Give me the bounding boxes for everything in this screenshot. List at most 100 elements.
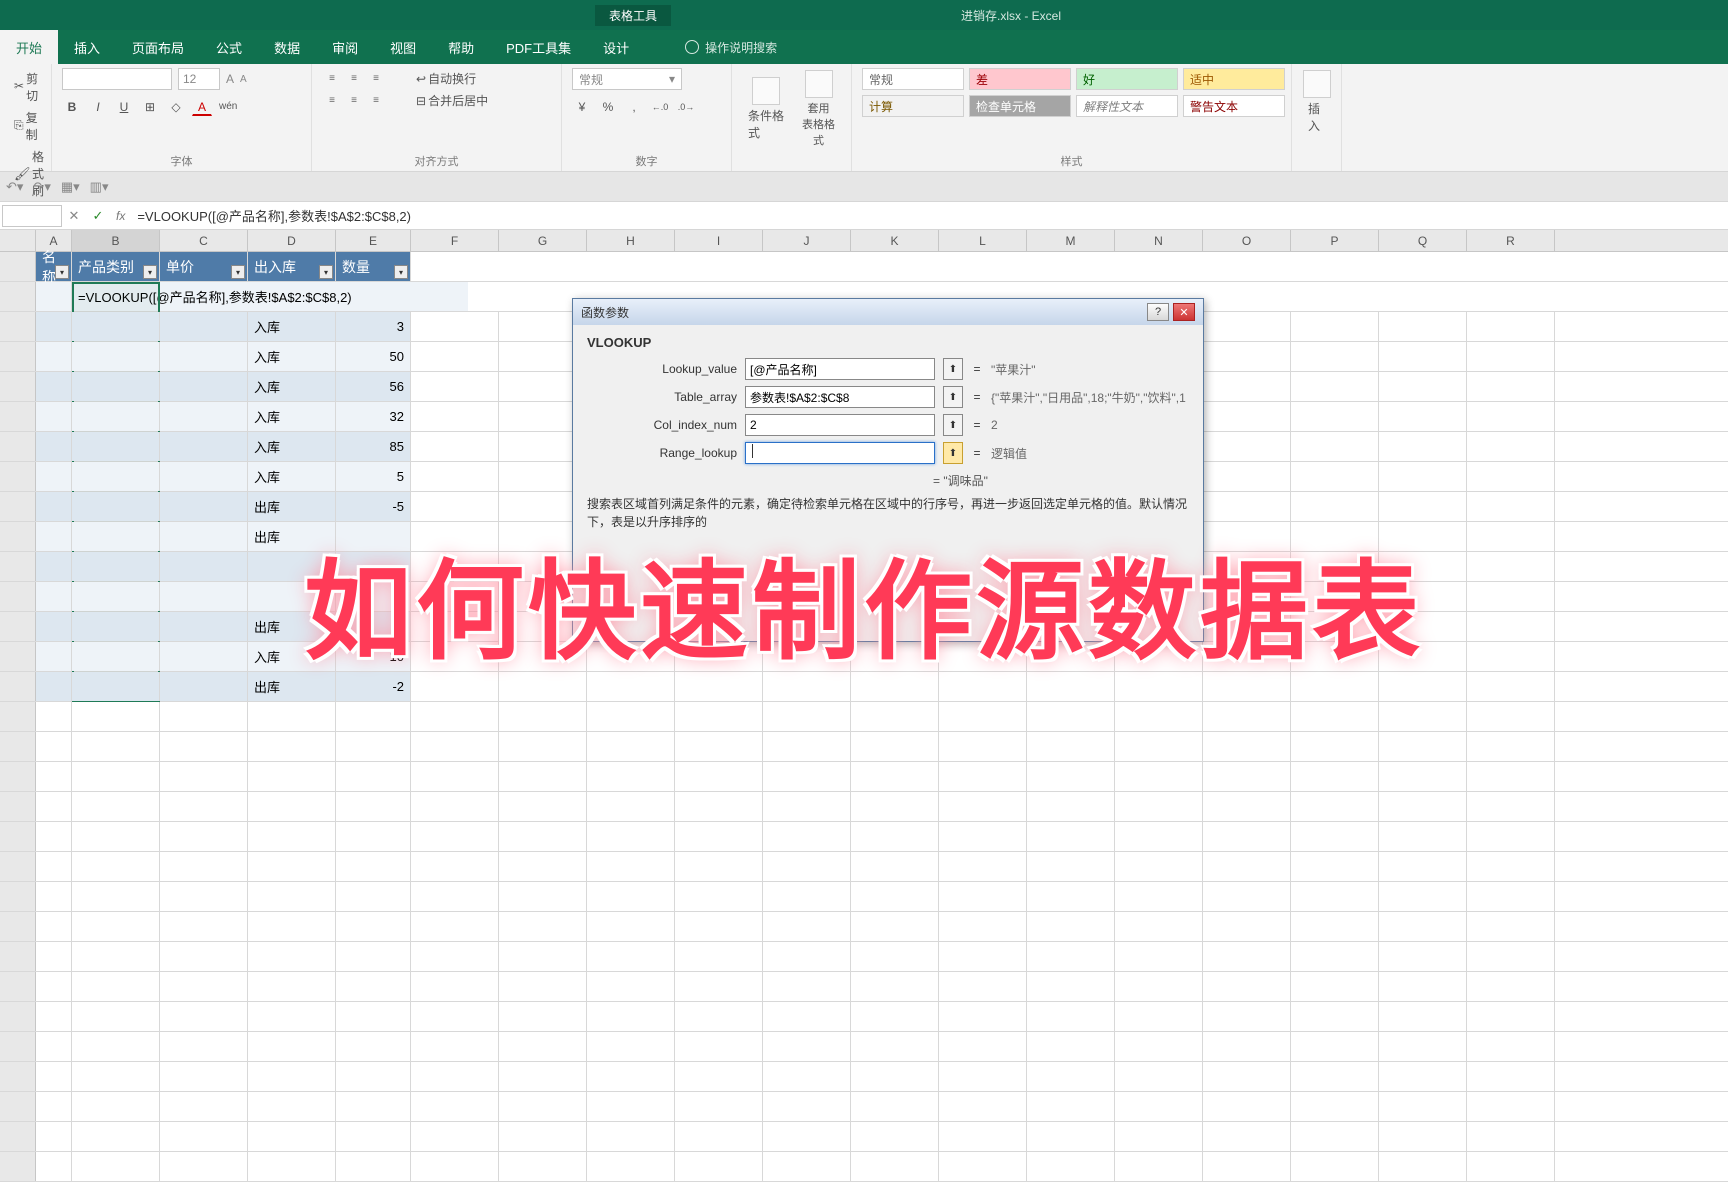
col-C[interactable]: C [160,230,248,251]
empty-row[interactable] [0,1032,1728,1062]
style-warn[interactable]: 警告文本 [1183,95,1285,117]
wrap-text-button[interactable]: ↩自动换行 [412,68,492,89]
tab-formula[interactable]: 公式 [200,30,258,64]
select-all-corner[interactable] [0,230,36,251]
dec-decimal-button[interactable]: .0→ [676,96,696,116]
formula-input[interactable]: =VLOOKUP([@产品名称],参数表!$A$2:$C$8,2) [131,206,1728,225]
bold-button[interactable]: B [62,96,82,116]
tab-home[interactable]: 开始 [0,30,58,64]
dialog-help-button[interactable]: ? [1147,303,1169,321]
tab-view[interactable]: 视图 [374,30,432,64]
border-button[interactable]: ⊞ [140,96,160,116]
empty-row[interactable] [0,1062,1728,1092]
copy-button[interactable]: 复制 [10,107,41,145]
cell-qty[interactable]: 56 [336,372,411,401]
range-picker-icon[interactable]: ⬆ [943,414,963,436]
col-F[interactable]: F [411,230,499,251]
insert-cells-button[interactable]: 插入 [1302,68,1331,136]
cut-button[interactable]: 剪切 [10,68,41,106]
filter-dropdown-icon[interactable]: ▾ [394,265,408,279]
cell-inout[interactable]: 出库 [248,522,336,551]
style-neutral[interactable]: 适中 [1183,68,1285,90]
empty-row[interactable] [0,942,1728,972]
hdr-qty[interactable]: 数量▾ [336,252,411,281]
col-H[interactable]: H [587,230,675,251]
cell-qty[interactable]: 10 [336,642,411,671]
cell-inout[interactable]: 入库 [248,402,336,431]
alignment-grid[interactable]: ≡≡≡≡≡≡ [322,69,386,111]
hdr-name[interactable]: 名称▾ [36,252,72,281]
table-row[interactable]: 出库-2 [0,672,1728,702]
col-I[interactable]: I [675,230,763,251]
empty-row[interactable] [0,1152,1728,1182]
cell-inout[interactable] [248,582,336,611]
cell-qty[interactable]: 85 [336,432,411,461]
currency-button[interactable]: ¥ [572,96,592,116]
undo-button[interactable]: ↶▾ [6,179,23,195]
empty-row[interactable] [0,732,1728,762]
col-Q[interactable]: Q [1379,230,1467,251]
tab-layout[interactable]: 页面布局 [116,30,200,64]
empty-row[interactable] [0,1092,1728,1122]
underline-button[interactable]: U [114,96,134,116]
cell-qty[interactable] [336,552,411,581]
arg-range-lookup-input[interactable] [745,442,935,464]
tab-help[interactable]: 帮助 [432,30,490,64]
col-P[interactable]: P [1291,230,1379,251]
style-explain[interactable]: 解释性文本 [1076,95,1178,117]
style-good[interactable]: 好 [1076,68,1178,90]
col-R[interactable]: R [1467,230,1555,251]
style-normal[interactable]: 常规 [862,68,964,90]
cell-styles-gallery[interactable]: 常规 差 好 适中 计算 检查单元格 解释性文本 警告文本 [862,68,1281,119]
cell-qty[interactable] [336,522,411,551]
hdr-price[interactable]: 单价▾ [160,252,248,281]
empty-row[interactable] [0,1002,1728,1032]
cell-qty[interactable]: 32 [336,402,411,431]
font-family-select[interactable] [62,68,172,90]
arg-lookup-value-input[interactable] [745,358,935,380]
increase-font-icon[interactable]: A [226,72,234,86]
tab-insert[interactable]: 插入 [58,30,116,64]
cell-inout[interactable]: 入库 [248,372,336,401]
filter-dropdown-icon[interactable]: ▾ [55,265,69,279]
dialog-close-button[interactable]: ✕ [1173,303,1195,321]
cancel-formula-button[interactable]: ✕ [62,208,86,224]
empty-row[interactable] [0,702,1728,732]
cell-qty[interactable]: 5 [336,462,411,491]
col-D[interactable]: D [248,230,336,251]
font-size-select[interactable] [178,68,220,90]
empty-row[interactable] [0,912,1728,942]
empty-row[interactable] [0,822,1728,852]
arg-col-index-input[interactable] [745,414,935,436]
range-picker-icon[interactable]: ⬆ [943,442,963,464]
range-picker-icon[interactable]: ⬆ [943,358,963,380]
col-O[interactable]: O [1203,230,1291,251]
cell-inout[interactable]: 入库 [248,312,336,341]
col-M[interactable]: M [1027,230,1115,251]
empty-row[interactable] [0,792,1728,822]
range-picker-icon[interactable]: ⬆ [943,386,963,408]
cell-inout[interactable]: 出库 [248,612,336,641]
decrease-font-icon[interactable]: A [240,74,247,85]
tab-data[interactable]: 数据 [258,30,316,64]
cell-inout[interactable] [248,552,336,581]
empty-row[interactable] [0,1122,1728,1152]
number-format-select[interactable]: 常规▾ [572,68,682,90]
table-row[interactable]: 入库10 [0,642,1728,672]
redo-button[interactable]: ↷▾ [33,179,50,195]
inc-decimal-button[interactable]: ←.0 [650,96,670,116]
italic-button[interactable]: I [88,96,108,116]
style-calc[interactable]: 计算 [862,95,964,117]
style-bad[interactable]: 差 [969,68,1071,90]
col-E[interactable]: E [336,230,411,251]
comma-button[interactable]: , [624,96,644,116]
empty-row[interactable] [0,972,1728,1002]
cell-inout[interactable]: 入库 [248,342,336,371]
phonetic-button[interactable]: wén [218,96,238,116]
empty-row[interactable] [0,852,1728,882]
hdr-inout[interactable]: 出入库▾ [248,252,336,281]
col-B[interactable]: B [72,230,160,251]
cell-qty[interactable] [336,582,411,611]
col-J[interactable]: J [763,230,851,251]
tab-design[interactable]: 设计 [587,30,645,64]
